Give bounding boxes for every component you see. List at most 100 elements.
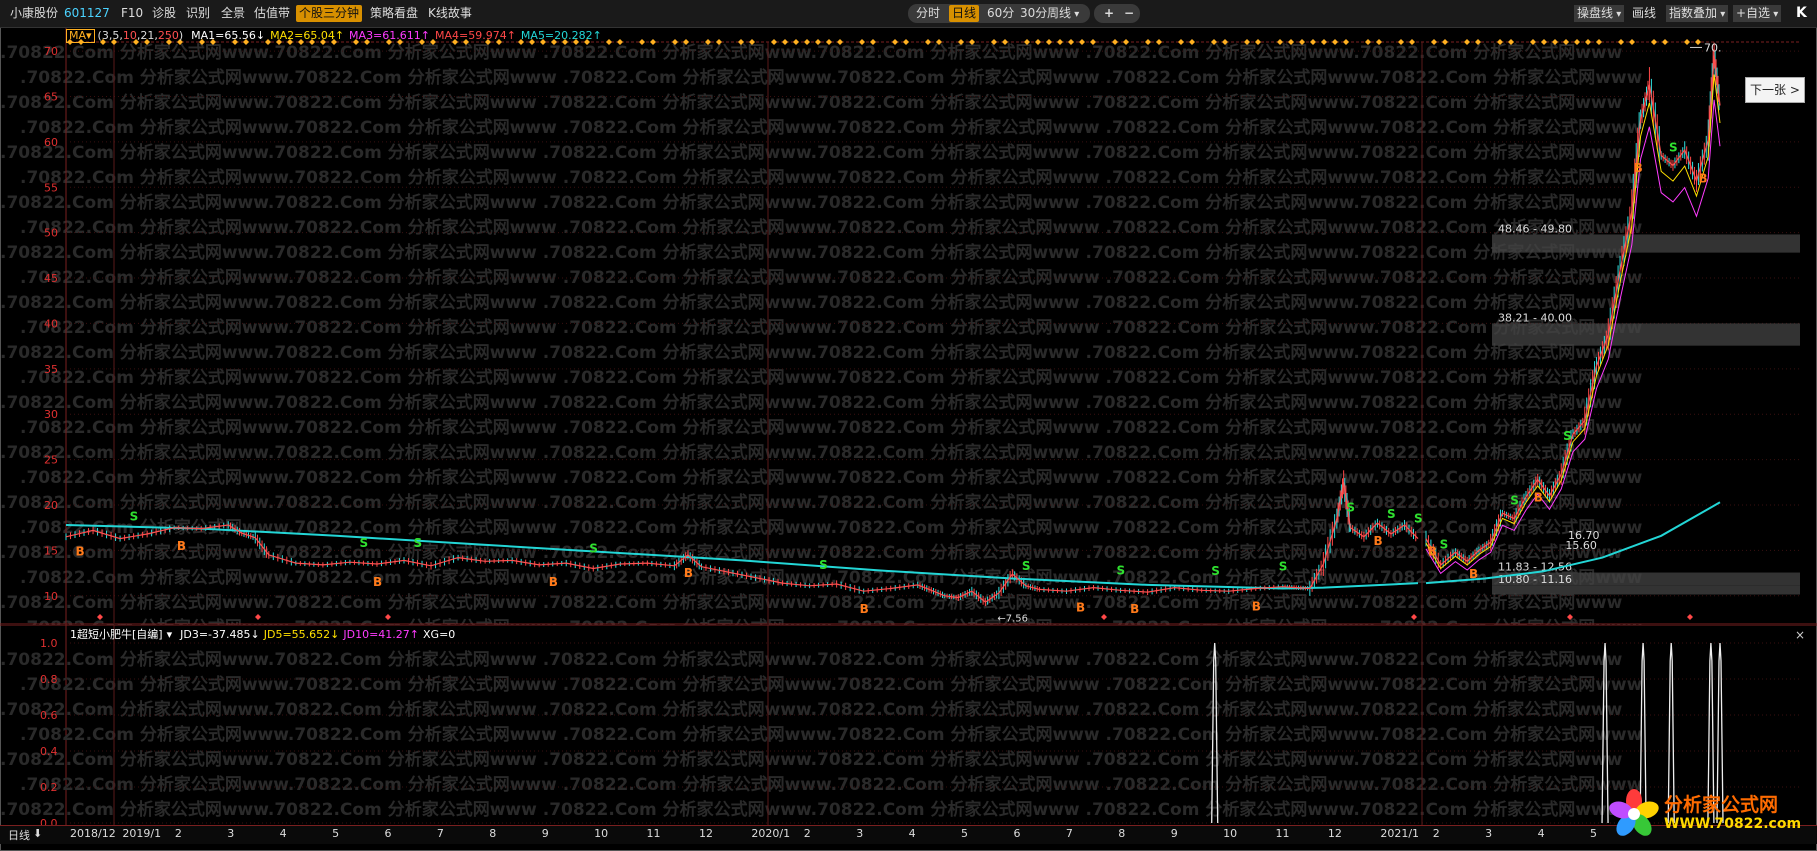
xg-value: XG=0 — [423, 628, 456, 641]
period-intraday[interactable]: 分时 — [916, 5, 940, 22]
ma-select-button[interactable]: MA▾ — [66, 29, 95, 43]
ma-param-21: ,21, — [136, 29, 158, 42]
ma-header: MA▾ (3,5,10,21,250) MA1=65.56↓ MA2=65.04↑ MA… — [66, 28, 602, 44]
diamond-marker — [1651, 39, 1657, 45]
watermark-text: .70822.Com 分析家公式网www.70822.Com 分析家公式网www… — [20, 674, 1643, 695]
date-label: 5 — [332, 827, 340, 840]
stock-code[interactable]: 601127 — [64, 5, 110, 22]
watermark-text: .70822.Com 分析家公式网www.70822.Com 分析家公式网www… — [20, 724, 1643, 745]
y-tick-label: 25 — [44, 454, 58, 467]
high-label: 70. — [1704, 41, 1722, 54]
period-label[interactable]: 日线 — [8, 827, 30, 843]
draw-line-button[interactable]: 画线 — [1632, 5, 1656, 22]
y-tick-label: 65 — [44, 90, 58, 103]
tab-valuation-band[interactable]: 估值带 — [254, 5, 290, 22]
ind-watermark: .70822.Com 分析家公式网www.70822.Com 分析家公式网www… — [0, 649, 1643, 845]
price-band-label: 38.21 - 40.00 — [1498, 311, 1572, 324]
signal-label-right: S — [1669, 140, 1678, 154]
date-label: 10 — [594, 827, 609, 840]
date-label: 5 — [1590, 827, 1597, 840]
zoom-in-button[interactable]: + — [1104, 5, 1114, 22]
buy-signal-label: B — [1428, 545, 1437, 559]
y-tick-label: 40 — [44, 317, 58, 330]
date-label: 8 — [489, 827, 497, 840]
sell-signal-label: S — [414, 536, 423, 550]
arrow-down-icon[interactable]: ⬇ — [33, 827, 42, 840]
tab-f10[interactable]: F10 — [121, 5, 143, 22]
sell-signal-label: S — [1117, 563, 1126, 577]
tab-panorama[interactable]: 全景 — [221, 5, 245, 22]
watermark-text: .70822.Com 分析家公式网www.70822.Com 分析家公式网www… — [0, 292, 1623, 313]
trade-line-button[interactable]: 操盘线 — [1574, 5, 1625, 22]
signal-label-right: S — [1563, 429, 1572, 443]
kline-chart[interactable]: .70822.Com 分析家公式网www.70822.Com 分析家公式网www… — [0, 28, 1817, 638]
buy-signal-label: B — [684, 566, 693, 580]
period-60min[interactable]: 60分 — [987, 5, 1014, 22]
tab-three-minutes[interactable]: 个股三分钟 — [296, 5, 363, 22]
date-label: 3 — [227, 827, 235, 840]
jd3-value: JD3=-37.485↓ — [180, 628, 260, 641]
sell-signal-label: S — [1279, 560, 1288, 574]
buy-signal-label: B — [860, 602, 869, 616]
y-tick-label: 35 — [44, 363, 58, 376]
watermark-text: .70822.Com 分析家公式网www.70822.Com 分析家公式网www… — [20, 467, 1643, 488]
watermark-text: .70822.Com 分析家公式网www.70822.Com 分析家公式网www… — [0, 699, 1623, 720]
indicator-panel[interactable]: .70822.Com 分析家公式网www.70822.Com 分析家公式网www… — [0, 624, 1817, 845]
period-weekly[interactable]: 周线 — [1047, 5, 1079, 22]
watermark-text: .70822.Com 分析家公式网www.70822.Com 分析家公式网www… — [20, 217, 1643, 238]
k-logo-icon[interactable]: K — [1796, 5, 1807, 21]
date-label: 3 — [1485, 827, 1493, 840]
tab-identify[interactable]: 识别 — [186, 5, 210, 22]
price-note: 16.70 — [1568, 529, 1600, 542]
period-daily[interactable]: 日线 — [949, 5, 980, 22]
add-watchlist-button[interactable]: +自选 — [1733, 5, 1782, 22]
y-tick-label: 45 — [44, 272, 58, 285]
price-band — [1492, 234, 1800, 253]
signal-label-right: S — [1510, 494, 1519, 508]
date-label: 6 — [1013, 827, 1021, 840]
tab-strategy[interactable]: 策略看盘 — [370, 5, 418, 22]
period-30min[interactable]: 30分 — [1020, 5, 1047, 22]
index-overlay-button[interactable]: 指数叠加 — [1666, 5, 1729, 22]
close-indicator-button[interactable]: × — [1795, 628, 1805, 642]
watermark-text: .70822.Com 分析家公式网www.70822.Com 分析家公式网www… — [0, 142, 1623, 163]
watermark-text: .70822.Com 分析家公式网www.70822.Com 分析家公式网www… — [0, 42, 1623, 63]
date-axis: 日线 ⬇ 2018/12 2019/1 2 3 4 5 6 7 8 9 10 11 12 2020/1 2 3… — [0, 825, 1817, 844]
ind-y-tick-label: 0.0 — [40, 817, 58, 825]
sell-signal-label: S — [589, 542, 598, 556]
period-selector: 分时 日线 60分 30分 周线 — [908, 4, 1090, 23]
watermark-text: .70822.Com 分析家公式网www.70822.Com 分析家公式网www… — [20, 317, 1643, 338]
watermark-text: .70822.Com 分析家公式网www.70822.Com 分析家公式网www… — [0, 242, 1623, 263]
sell-signal-label: S — [1414, 512, 1423, 526]
date-label: 4 — [908, 827, 916, 840]
sell-signal-label: S — [1346, 501, 1355, 515]
watermark-text: .70822.Com 分析家公式网www.70822.Com 分析家公式网www… — [20, 117, 1643, 138]
indicator-chart[interactable]: .70822.Com 分析家公式网www.70822.Com 分析家公式网www… — [0, 624, 1817, 845]
brand-url: WWW.70822.com — [1664, 816, 1802, 832]
watermark-text: .70822.Com 分析家公式网www.70822.Com 分析家公式网www… — [0, 799, 1623, 820]
next-image-button[interactable]: 下一张 > — [1745, 77, 1805, 103]
top-toolbar: 小康股份 601127 F10 诊股 识别 全景 估值带 个股三分钟 策略看盘 … — [0, 0, 1817, 28]
tab-diagnose[interactable]: 诊股 — [152, 5, 176, 22]
date-label: 3 — [856, 827, 864, 840]
date-label: 2021/1 — [1380, 827, 1420, 840]
date-label: 4 — [279, 827, 287, 840]
watermark-text: .70822.Com 分析家公式网www.70822.Com 分析家公式网www… — [20, 67, 1643, 88]
zoom-out-button[interactable]: − — [1124, 5, 1134, 22]
tab-kline-story[interactable]: K线故事 — [428, 5, 472, 22]
date-label: 2018/12 — [70, 827, 116, 840]
date-label: 9 — [541, 827, 549, 840]
watermark-text: .70822.Com 分析家公式网www.70822.Com 分析家公式网www… — [0, 749, 1623, 770]
date-label: 5 — [961, 827, 969, 840]
watermark-text: .70822.Com 分析家公式网www.70822.Com 分析家公式网www… — [20, 517, 1643, 538]
ma-params-suffix: ) — [178, 29, 184, 42]
y-tick-label: 20 — [44, 499, 58, 512]
indicator-name[interactable]: 1超短小肥牛[自编] — [70, 628, 163, 641]
stock-name[interactable]: 小康股份 — [10, 5, 58, 22]
ind-y-tick-label: 0.8 — [40, 673, 58, 686]
ma-param-10: 10 — [122, 29, 137, 42]
main-chart-panel[interactable]: .70822.Com 分析家公式网www.70822.Com 分析家公式网www… — [0, 28, 1817, 638]
buy-signal-label: B — [373, 575, 382, 589]
ind-y-tick-label: 1.0 — [40, 637, 58, 650]
flower-logo-icon — [1609, 789, 1659, 836]
